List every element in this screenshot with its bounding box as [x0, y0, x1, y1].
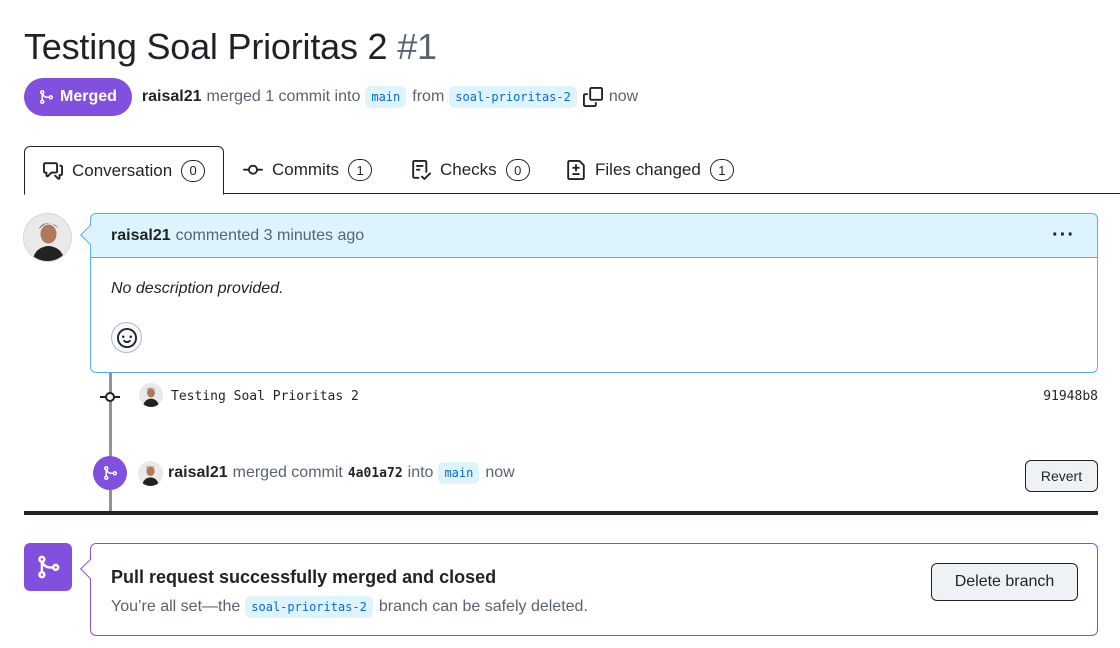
merged-commit-text: merged 1 commit into: [206, 88, 361, 105]
merge-status-icon-box: [24, 543, 72, 591]
timeline-commit: Testing Soal Prioritas 2 91948b8: [100, 383, 1098, 411]
git-commit-icon: [100, 392, 120, 402]
tab-conversation-label: Conversation: [72, 160, 173, 180]
merged-state-label: Merged: [60, 88, 117, 105]
merge-commit-sha-link[interactable]: 4a01a72: [348, 466, 403, 481]
head-branch-link[interactable]: soal-prioritas-2: [449, 86, 577, 108]
merge-event-text: raisal21 merged commit 4a01a72 into main…: [168, 462, 515, 484]
tab-conversation[interactable]: Conversation 0: [24, 146, 225, 195]
add-reaction-button[interactable]: [111, 322, 142, 353]
merge-status-title: Pull request successfully merged and clo…: [111, 567, 497, 587]
merge-event-into: into: [407, 464, 434, 481]
commit-sha-link[interactable]: 91948b8: [1043, 389, 1098, 404]
merge-author-avatar[interactable]: [138, 461, 163, 486]
merge-sub-branch: soal-prioritas-2: [245, 596, 373, 618]
tab-conversation-count: 0: [181, 159, 206, 182]
pr-number: #1: [397, 26, 437, 67]
comment-discussion-icon: [43, 161, 63, 180]
git-merge-icon: [40, 90, 54, 104]
timeline-end-divider: [24, 511, 1098, 515]
comment-header: raisal21 commented 3 minutes ago ···: [91, 214, 1097, 258]
tab-checks-count: 0: [505, 159, 530, 181]
merged-state-badge: Merged: [24, 78, 132, 116]
merge-event-badge: [93, 456, 127, 490]
tab-commits-label: Commits: [272, 160, 340, 179]
copy-icon[interactable]: [582, 87, 603, 107]
merge-event-verb: merged commit: [232, 464, 343, 481]
delete-branch-button[interactable]: Delete branch: [931, 563, 1078, 601]
merge-status-box: Pull request successfully merged and clo…: [80, 543, 1098, 636]
merge-box-pointer: [80, 559, 100, 579]
pr-title: Testing Soal Prioritas 2 #1: [24, 26, 437, 68]
comment-author-link[interactable]: raisal21: [111, 227, 171, 245]
checklist-icon: [412, 160, 431, 180]
git-commit-icon: [243, 164, 263, 175]
pr-state-row: Merged raisal21 merged 1 commit into mai…: [24, 78, 638, 116]
tab-files-changed-label: Files changed: [595, 160, 701, 179]
pr-author-link[interactable]: raisal21: [142, 88, 202, 106]
tab-checks[interactable]: Checks 0: [411, 146, 530, 194]
tab-commits[interactable]: Commits 1: [243, 146, 373, 194]
smiley-icon: [116, 327, 137, 348]
pr-description-comment: raisal21 commented 3 minutes ago ··· No …: [80, 213, 1098, 373]
commit-message-link[interactable]: Testing Soal Prioritas 2: [171, 389, 359, 404]
merge-sub-prefix: You’re all set—the: [111, 598, 241, 615]
pr-title-text: Testing Soal Prioritas 2: [24, 26, 388, 67]
git-merge-icon: [38, 555, 60, 579]
base-branch-link[interactable]: main: [365, 86, 407, 108]
merge-base-branch-link[interactable]: main: [438, 462, 480, 484]
merge-status-subtitle: You’re all set—the soal-prioritas-2 bran…: [111, 596, 588, 618]
file-diff-icon: [567, 160, 585, 180]
kebab-horizontal-icon[interactable]: ···: [1052, 224, 1075, 247]
tab-files-changed-count: 1: [709, 159, 734, 181]
from-text: from: [412, 88, 445, 105]
comment-body: No description provided.: [111, 280, 284, 297]
merge-sub-suffix: branch can be safely deleted.: [378, 598, 588, 615]
comment-author-avatar[interactable]: [23, 213, 72, 262]
commit-author-avatar[interactable]: [139, 383, 163, 407]
tab-files-changed[interactable]: Files changed 1: [566, 146, 734, 194]
tab-checks-label: Checks: [440, 160, 497, 179]
pr-tabs: Conversation 0 Commits 1 Checks 0 Files …: [24, 146, 1120, 195]
merge-event-time: now: [485, 464, 515, 481]
tab-commits-count: 1: [348, 159, 373, 181]
pr-time: now: [608, 88, 639, 105]
comment-meta: commented 3 minutes ago: [175, 226, 365, 244]
merge-author-link[interactable]: raisal21: [168, 464, 228, 482]
revert-button[interactable]: Revert: [1025, 460, 1098, 492]
git-merge-icon: [104, 466, 118, 480]
